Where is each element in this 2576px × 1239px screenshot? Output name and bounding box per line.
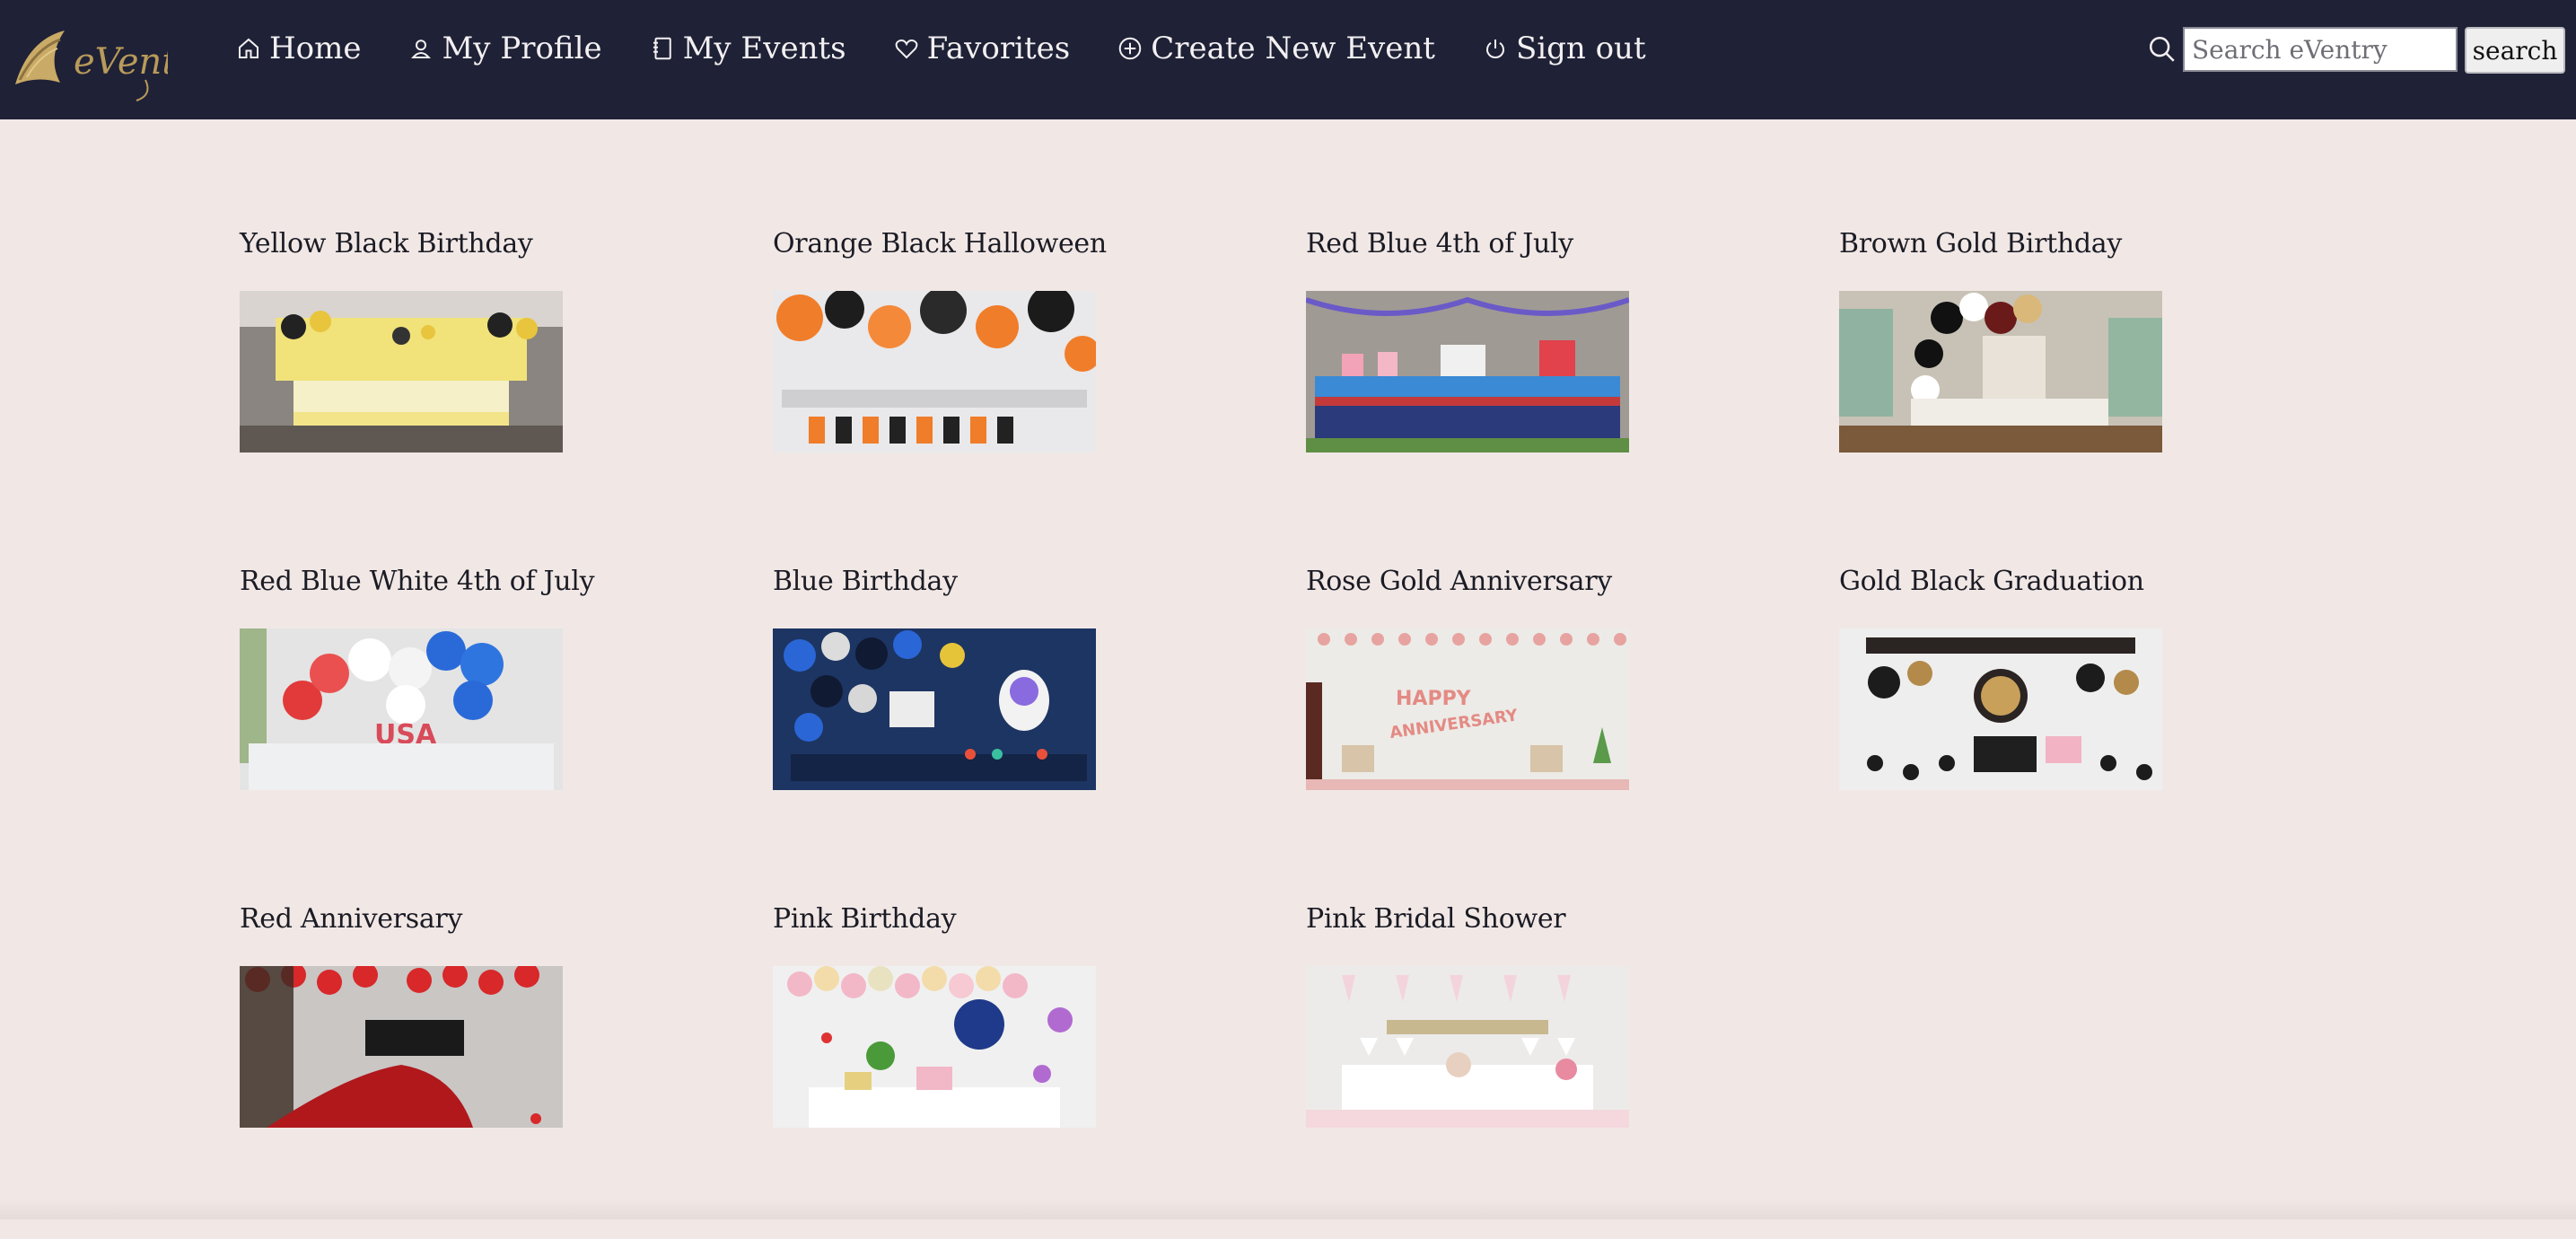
event-card: Orange Black Halloween — [773, 226, 1107, 564]
event-card: Blue Birthday — [773, 564, 1096, 901]
event-title[interactable]: Pink Birthday — [773, 901, 1096, 937]
event-card: Red Blue 4th of July — [1306, 226, 1629, 564]
top-navbar: eVentry Home My Profile My Events Favori… — [0, 0, 2576, 119]
power-icon — [1485, 40, 1504, 59]
plus-circle-icon — [1118, 37, 1142, 60]
event-title[interactable]: Yellow Black Birthday — [240, 226, 563, 262]
event-image[interactable] — [773, 291, 1096, 453]
nav-create-new-event[interactable]: Create New Event — [1117, 31, 1435, 66]
event-card: Pink Bridal Shower — [1306, 901, 1629, 1239]
event-title[interactable]: Red Blue 4th of July — [1306, 226, 1629, 262]
svg-text:eVentry: eVentry — [74, 41, 168, 83]
main-nav: Home My Profile My Events Favorites Crea… — [235, 25, 1693, 72]
nav-sign-out[interactable]: Sign out — [1482, 31, 1646, 66]
event-image[interactable] — [1839, 291, 2162, 453]
event-title[interactable]: Blue Birthday — [773, 564, 1096, 600]
home-icon — [239, 38, 258, 58]
event-image[interactable] — [1306, 291, 1629, 453]
svg-text:HAPPY: HAPPY — [1396, 688, 1472, 710]
nav-create-new-event-label: Create New Event — [1151, 31, 1435, 66]
heart-icon — [895, 40, 917, 59]
event-image[interactable] — [1839, 628, 2162, 790]
event-title[interactable]: Gold Black Graduation — [1839, 564, 2162, 600]
event-card: Red Blue White 4th of July USA — [240, 564, 595, 901]
event-image[interactable] — [240, 291, 563, 453]
user-icon — [411, 40, 432, 58]
event-image[interactable] — [240, 966, 563, 1128]
nav-home-label: Home — [269, 31, 362, 66]
nav-my-events[interactable]: My Events — [649, 31, 846, 66]
event-image[interactable] — [773, 628, 1096, 790]
search-input[interactable] — [2183, 27, 2458, 72]
event-card: Yellow Black Birthday — [240, 226, 563, 564]
event-title[interactable]: Brown Gold Birthday — [1839, 226, 2162, 262]
event-title[interactable]: Red Anniversary — [240, 901, 563, 937]
nav-sign-out-label: Sign out — [1515, 31, 1646, 66]
nav-my-profile[interactable]: My Profile — [407, 31, 602, 66]
event-title[interactable]: Orange Black Halloween — [773, 226, 1107, 262]
event-card: Brown Gold Birthday — [1839, 226, 2162, 564]
nav-my-events-label: My Events — [682, 31, 846, 66]
event-grid: Yellow Black Birthday Orange Black Hallo… — [240, 226, 2162, 1239]
nav-favorites-label: Favorites — [926, 31, 1071, 66]
logo-image: eVentry — [15, 31, 215, 101]
event-image[interactable]: USA — [240, 628, 563, 790]
event-card: Red Anniversary — [240, 901, 563, 1239]
event-card: Pink Birthday — [773, 901, 1096, 1239]
event-card: Rose Gold Anniversary HAPPY ANNIVERSARY — [1306, 564, 1629, 901]
event-image[interactable] — [773, 966, 1096, 1128]
search-button[interactable]: search — [2465, 27, 2565, 74]
event-card: Gold Black Graduation — [1839, 564, 2162, 901]
event-image[interactable]: HAPPY ANNIVERSARY — [1306, 628, 1629, 790]
search-icon[interactable] — [2147, 34, 2177, 65]
event-title[interactable]: Rose Gold Anniversary — [1306, 564, 1629, 600]
nav-my-profile-label: My Profile — [442, 31, 602, 66]
event-title[interactable]: Pink Bridal Shower — [1306, 901, 1629, 937]
nav-favorites[interactable]: Favorites — [893, 31, 1071, 66]
page-bottom-edge — [0, 1199, 2576, 1219]
event-title[interactable]: Red Blue White 4th of July — [240, 564, 595, 600]
eventry-logo[interactable]: eVentry — [11, 13, 215, 102]
nav-home[interactable]: Home — [235, 31, 361, 66]
notebook-icon — [653, 37, 671, 60]
event-image[interactable] — [1306, 966, 1629, 1128]
